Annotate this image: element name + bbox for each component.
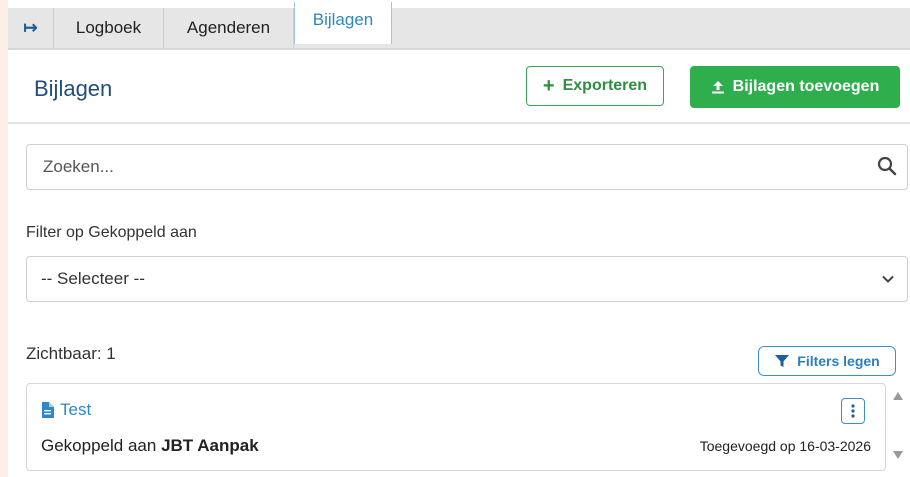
clear-filters-button[interactable]: Filters legen: [758, 346, 896, 376]
select-value: -- Selecteer --: [41, 269, 145, 288]
search-icon[interactable]: [877, 156, 897, 176]
export-button-label: Exporteren: [562, 77, 648, 94]
add-attachments-button[interactable]: Bijlagen toevoegen: [690, 66, 900, 108]
clear-filters-label: Filters legen: [797, 353, 880, 369]
linked-prefix: Gekoppeld aan: [41, 436, 157, 455]
tab-agenderen[interactable]: Agenderen: [164, 8, 294, 48]
page-header: Bijlagen + Exporteren Bijlagen toevoegen: [8, 52, 910, 124]
more-vertical-icon: [851, 404, 855, 418]
tab-logboek[interactable]: Logboek: [54, 8, 164, 48]
attachment-link[interactable]: Test: [41, 400, 91, 420]
attachment-title: Test: [60, 400, 92, 419]
page-title: Bijlagen: [34, 76, 113, 101]
search-box: [26, 144, 908, 190]
main-panel: ↦ Logboek Agenderen Bijlagen Bijlagen + …: [8, 0, 910, 477]
more-options-button[interactable]: [841, 398, 865, 424]
upload-icon: [711, 81, 724, 94]
scroll-down-arrow[interactable]: [892, 450, 904, 460]
tab-bar: ↦ Logboek Agenderen Bijlagen: [8, 2, 910, 50]
linked-to-select[interactable]: -- Selecteer --: [26, 256, 908, 302]
scroll-up-arrow[interactable]: [892, 391, 904, 401]
file-icon: [42, 402, 54, 418]
collapse-sidebar-button[interactable]: ↦: [8, 8, 54, 48]
add-attachments-label: Bijlagen toevoegen: [732, 78, 880, 95]
filter-label: Filter op Gekoppeld aan: [26, 224, 197, 241]
list-item: Test Gekoppeld aan JBT Aanpak Toegevoegd…: [26, 383, 886, 471]
plus-icon: +: [542, 75, 555, 97]
search-input[interactable]: [41, 156, 845, 178]
added-date: Toegevoegd op 16-03-2026: [699, 438, 871, 454]
arrow-right-to-bar-icon: ↦: [23, 18, 38, 37]
tab-bijlagen[interactable]: Bijlagen: [294, 2, 392, 44]
chevron-down-icon: [882, 275, 894, 283]
linked-to-text: Gekoppeld aan JBT Aanpak: [41, 436, 259, 456]
export-button[interactable]: + Exporteren: [526, 66, 664, 106]
filter-icon: [775, 355, 790, 367]
visible-count: Zichtbaar: 1: [26, 344, 116, 363]
linked-target: JBT Aanpak: [161, 436, 259, 455]
